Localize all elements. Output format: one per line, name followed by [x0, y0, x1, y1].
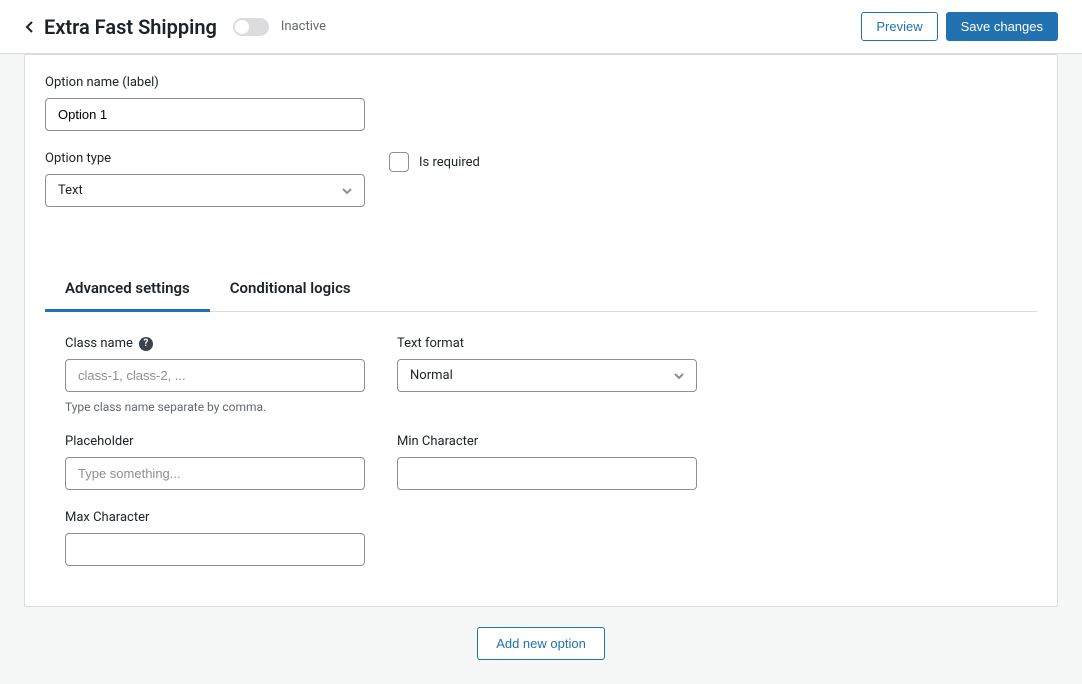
- option-type-label: Option type: [45, 151, 365, 166]
- status-toggle[interactable]: [233, 18, 269, 36]
- placeholder-label: Placeholder: [65, 434, 365, 449]
- tabs: Advanced settings Conditional logics: [45, 267, 1037, 312]
- class-name-help-text: Type class name separate by comma.: [65, 400, 365, 414]
- help-icon[interactable]: ?: [139, 337, 153, 351]
- option-type-select[interactable]: Text: [45, 174, 365, 207]
- text-format-label: Text format: [397, 336, 697, 351]
- chevron-left-icon: [24, 21, 36, 33]
- min-character-input[interactable]: [397, 457, 697, 490]
- status-text: Inactive: [281, 19, 326, 34]
- min-character-label: Min Character: [397, 434, 697, 449]
- is-required-checkbox[interactable]: [389, 152, 409, 172]
- save-button[interactable]: Save changes: [946, 12, 1058, 41]
- max-character-input[interactable]: [65, 533, 365, 566]
- option-name-input[interactable]: [45, 98, 365, 131]
- placeholder-input[interactable]: [65, 457, 365, 490]
- tab-conditional-logics[interactable]: Conditional logics: [210, 267, 371, 312]
- preview-button[interactable]: Preview: [861, 12, 937, 41]
- tab-advanced-settings[interactable]: Advanced settings: [45, 267, 210, 312]
- page-title: Extra Fast Shipping: [44, 15, 217, 39]
- class-name-label: Class name: [65, 336, 133, 351]
- max-character-label: Max Character: [65, 510, 365, 525]
- back-button[interactable]: [24, 21, 36, 33]
- option-card: Option name (label) Option type Text Is …: [24, 54, 1058, 607]
- add-new-option-button[interactable]: Add new option: [477, 627, 605, 660]
- toggle-knob: [235, 20, 249, 34]
- is-required-label: Is required: [419, 155, 480, 170]
- option-name-label: Option name (label): [45, 75, 365, 90]
- text-format-select[interactable]: Normal: [397, 359, 697, 392]
- class-name-input[interactable]: [65, 359, 365, 392]
